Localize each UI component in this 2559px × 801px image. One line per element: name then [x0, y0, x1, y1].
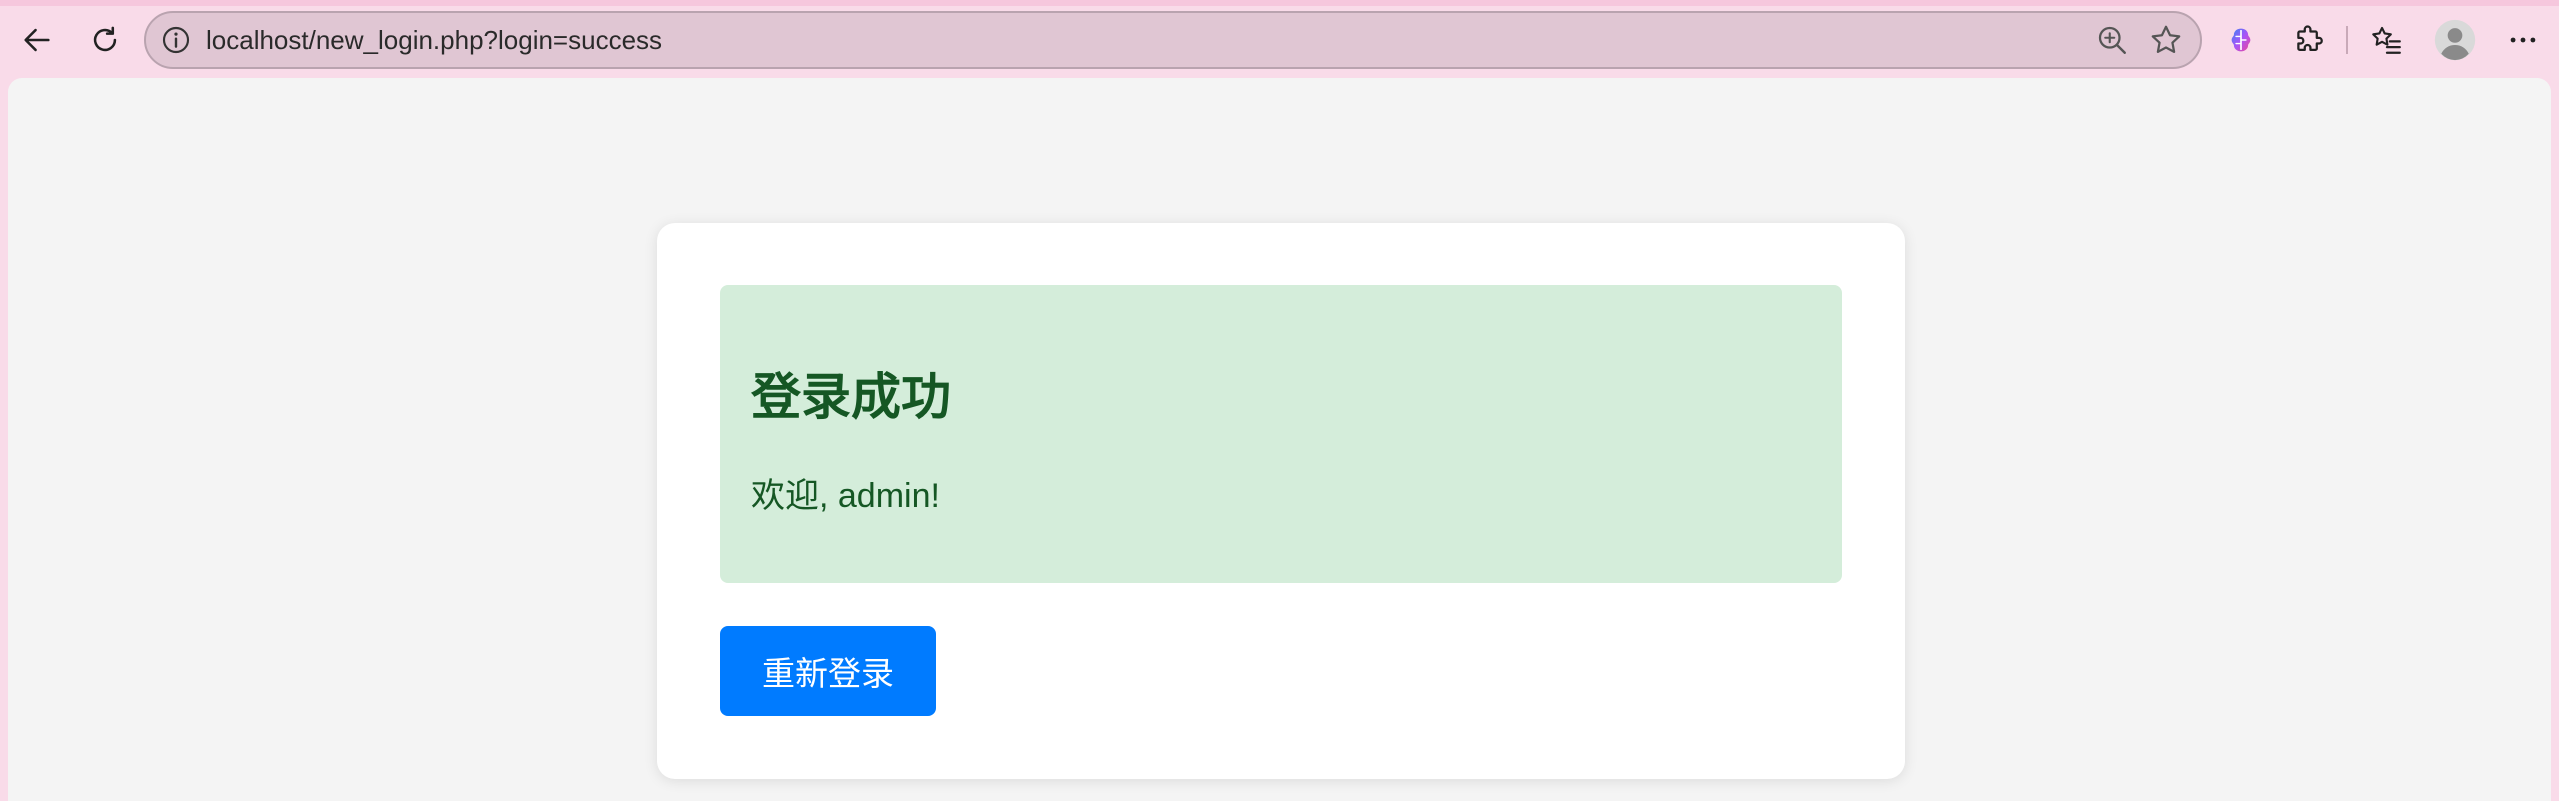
success-title: 登录成功 [751, 369, 951, 425]
toolbar-separator [2346, 26, 2348, 54]
info-icon[interactable] [160, 24, 192, 56]
favorites-list-icon [2372, 26, 2401, 54]
page-viewport: 登录成功 欢迎, admin! 重新登录 [8, 78, 2551, 801]
tab-strip [0, 0, 2559, 6]
profile-avatar-icon [2434, 19, 2476, 61]
favorites-button[interactable] [2361, 14, 2413, 66]
success-alert: 登录成功 欢迎, admin! [720, 285, 1842, 583]
more-menu-icon [2510, 37, 2536, 43]
extensions-button[interactable] [2283, 14, 2335, 66]
profile-button[interactable] [2429, 14, 2481, 66]
star-icon[interactable] [2148, 22, 2184, 58]
reload-button[interactable] [77, 12, 133, 68]
back-button[interactable] [9, 12, 65, 68]
address-url[interactable]: localhost/new_login.php?login=success [206, 13, 662, 67]
welcome-message: 欢迎, admin! [751, 477, 940, 515]
address-bar[interactable]: localhost/new_login.php?login=success [144, 11, 2202, 69]
relogin-button[interactable]: 重新登录 [720, 626, 936, 716]
zoom-in-icon[interactable] [2094, 22, 2130, 58]
browser-toolbar: localhost/new_login.php?login=success [0, 0, 2559, 80]
more-menu-button[interactable] [2497, 14, 2549, 66]
login-result-card: 登录成功 欢迎, admin! 重新登录 [657, 223, 1905, 779]
reload-icon [93, 26, 117, 52]
copilot-icon [2231, 28, 2251, 52]
back-arrow-icon [24, 28, 50, 52]
puzzle-icon [2297, 25, 2323, 52]
copilot-button[interactable] [2215, 14, 2267, 66]
